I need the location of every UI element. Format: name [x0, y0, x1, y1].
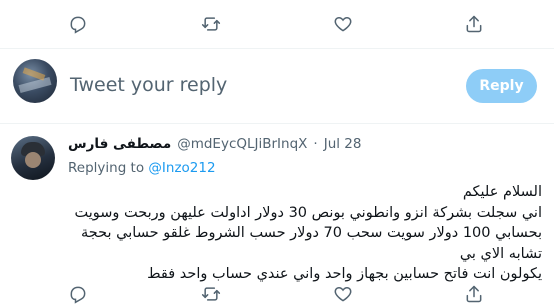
tweet-header: مصطفى فارس @mdEycQLJiBrInqX · Jul 28	[68, 136, 361, 152]
reply-button[interactable]: Reply	[466, 69, 537, 103]
like-icon[interactable]	[331, 12, 355, 36]
replying-to-line: Replying to @Inzo212	[68, 160, 216, 176]
tweet-text-line: تشابه الاي بي	[459, 245, 542, 262]
tweet-date[interactable]: Jul 28	[324, 136, 362, 152]
share-icon[interactable]	[462, 12, 486, 36]
replying-to-prefix: Replying to	[68, 160, 149, 176]
user-avatar[interactable]	[13, 59, 57, 103]
top-action-bar	[0, 0, 554, 49]
replying-to-mention[interactable]: @Inzo212	[148, 160, 215, 176]
reply-input[interactable]: Tweet your reply	[70, 74, 227, 96]
author-handle[interactable]: @mdEycQLJiBrInqX	[177, 136, 307, 152]
tweet-text: السلام عليكم اني سجلت بشركة انزو وانطوني…	[66, 182, 542, 285]
reply-composer: Tweet your reply Reply	[0, 49, 554, 124]
reply-icon[interactable]	[66, 282, 90, 306]
author-display-name[interactable]: مصطفى فارس	[68, 136, 171, 152]
separator-dot: ·	[313, 136, 318, 152]
tweet-text-line: اني سجلت بشركة انزو وانطوني بونص 30 دولا…	[74, 204, 542, 221]
like-icon[interactable]	[331, 282, 355, 306]
tweet-text-line: بحسابي 100 دولار سويت سحب 70 دولار حسب ا…	[81, 225, 542, 241]
share-icon[interactable]	[462, 282, 486, 306]
reply-icon[interactable]	[66, 12, 90, 36]
retweet-icon[interactable]	[199, 282, 223, 306]
tweet-author-avatar[interactable]	[11, 136, 55, 180]
tweet-text-line: السلام عليكم	[462, 184, 542, 200]
retweet-icon[interactable]	[199, 12, 223, 36]
tweet-action-bar	[0, 276, 554, 304]
